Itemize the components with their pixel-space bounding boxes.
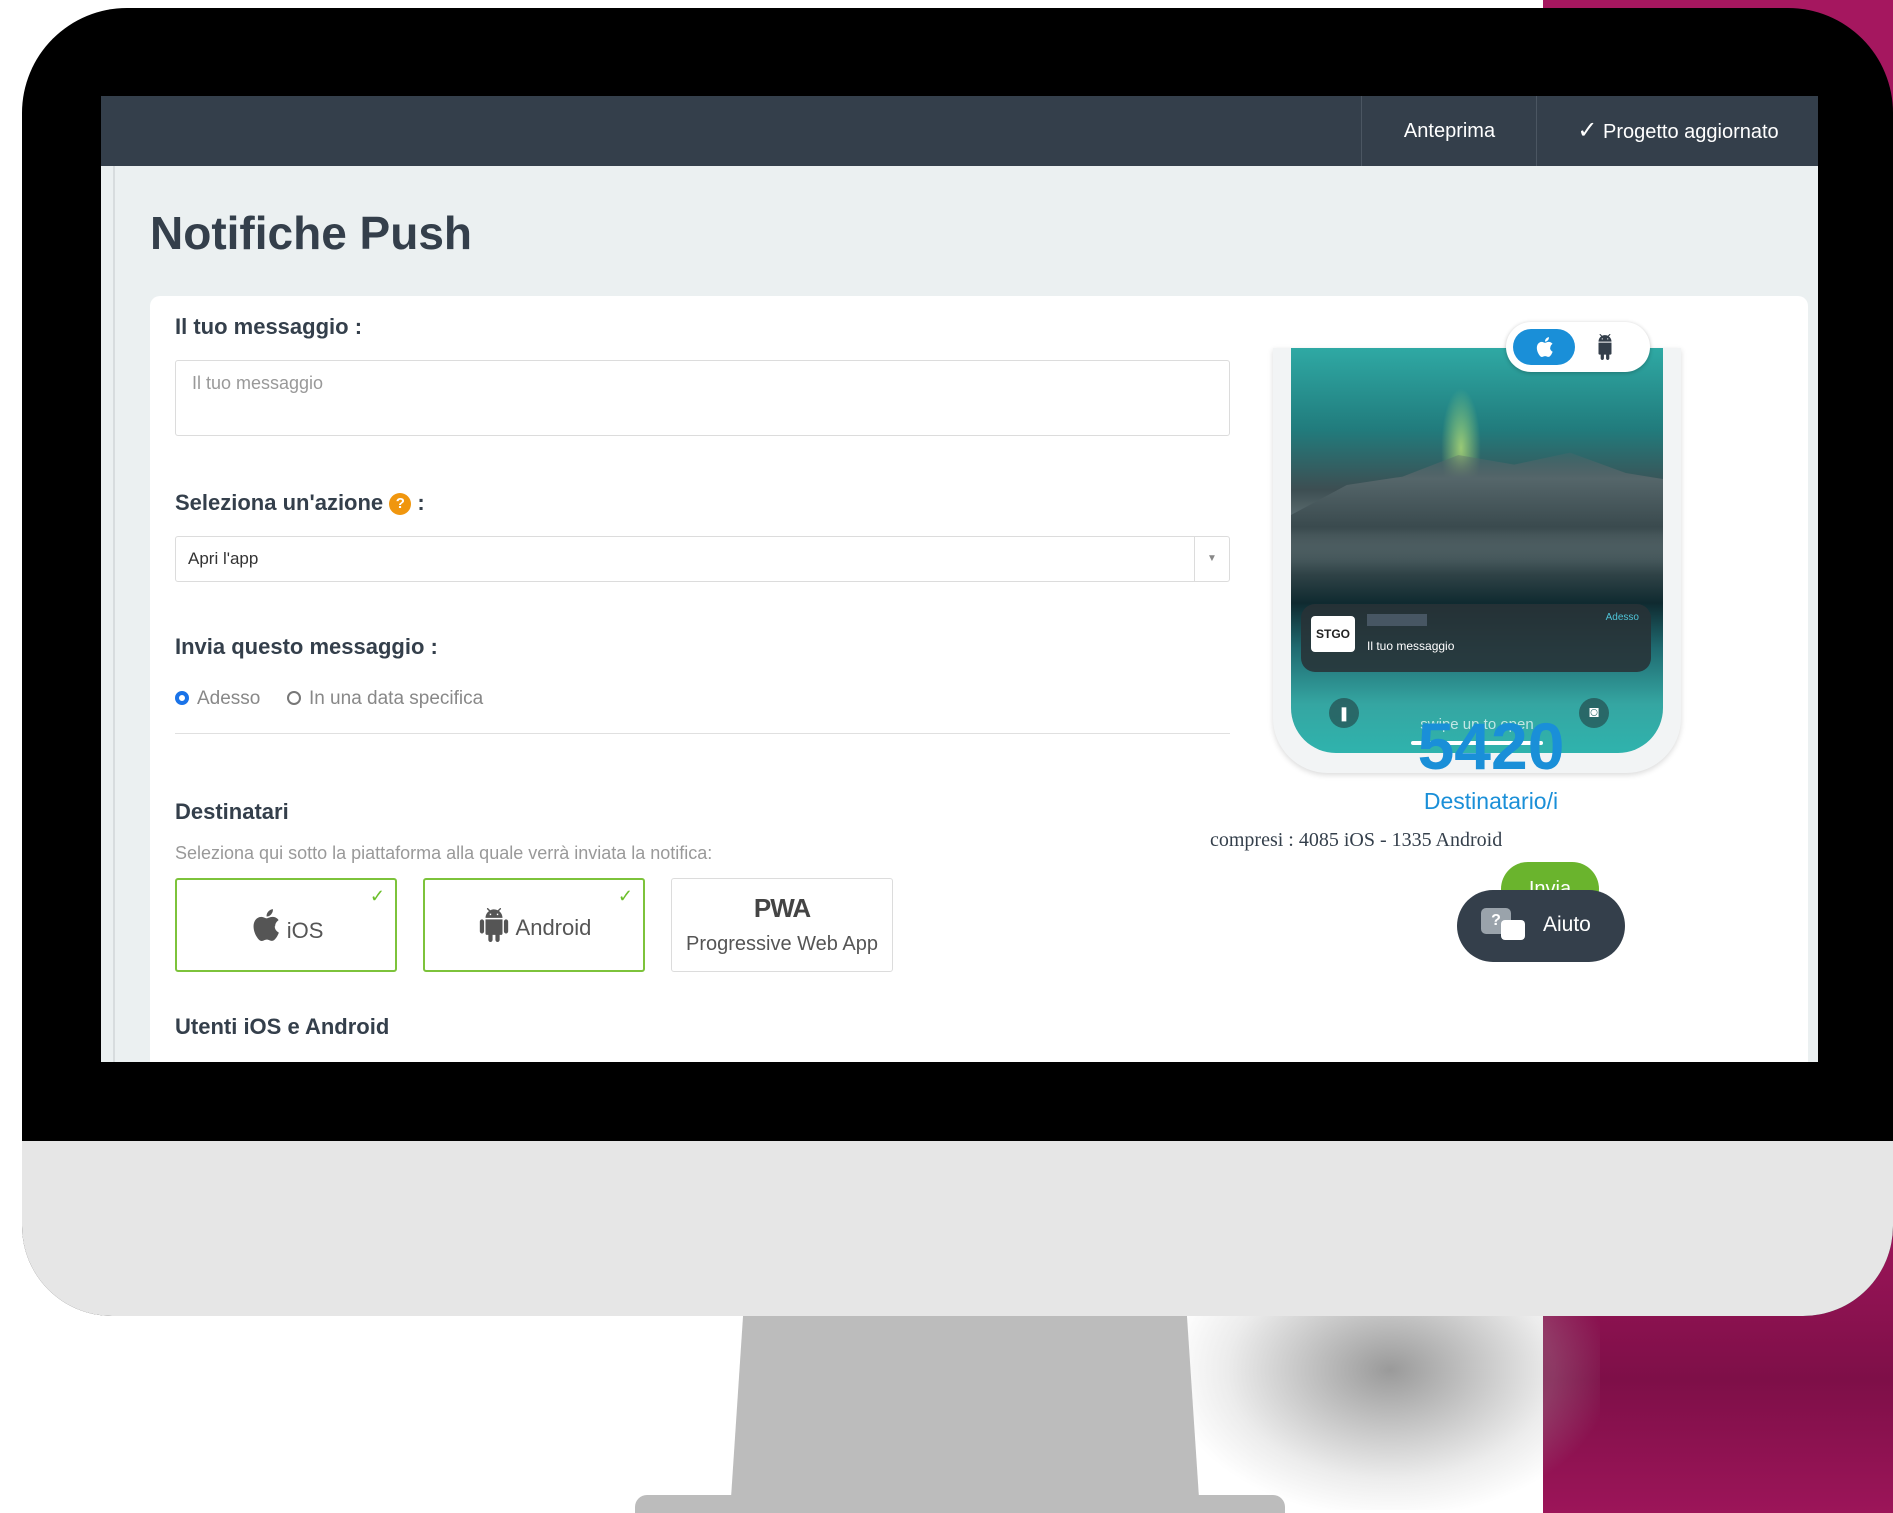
preview-ios-option[interactable]	[1513, 329, 1575, 365]
sidebar-edge	[113, 166, 115, 1062]
app-name-redacted	[1367, 614, 1427, 626]
apple-icon	[1536, 337, 1553, 358]
platform-android-tile[interactable]: ✓ Android	[423, 878, 645, 972]
recipient-count-label: Destinatario/i	[1423, 788, 1559, 814]
notification-banner: STGO Adesso Il tuo messaggio	[1301, 604, 1651, 672]
monitor-frame: Anteprima ✓ Progetto aggiornato Notifich…	[22, 8, 1893, 1316]
message-placeholder: Il tuo messaggio	[192, 373, 324, 393]
page-title: Notifiche Push	[150, 207, 473, 259]
platform-ios-content: iOS	[177, 906, 395, 944]
help-question-icon[interactable]: ?	[389, 493, 412, 515]
project-status-button[interactable]: ✓ Progetto aggiornato	[1536, 96, 1818, 166]
radio-now[interactable]	[175, 691, 189, 705]
preview-button[interactable]: Anteprima	[1361, 96, 1537, 166]
form-divider	[175, 733, 1230, 734]
android-icon	[1598, 334, 1612, 360]
project-status-label: Progetto aggiornato	[1602, 121, 1779, 143]
recipients-title: Destinatari	[175, 799, 289, 824]
check-icon: ✓	[369, 886, 385, 906]
preview-android-option[interactable]	[1592, 334, 1618, 365]
app-logo: STGO	[1311, 616, 1355, 652]
action-label: Seleziona un'azione ? :	[175, 490, 425, 516]
platform-pwa-label: Progressive Web App	[686, 933, 878, 955]
check-icon: ✓	[617, 886, 633, 906]
monitor-stand-neck	[730, 1300, 1200, 1513]
chat-bubble-icon	[1501, 920, 1525, 940]
monitor-chin	[22, 1141, 1893, 1316]
action-select[interactable]: Apri l'app ▼	[175, 536, 1230, 582]
help-button[interactable]: ? Aiuto	[1457, 890, 1625, 962]
check-icon: ✓	[1577, 117, 1598, 144]
platform-ios-tile[interactable]: ✓ iOS	[175, 878, 397, 972]
users-title: Utenti iOS e Android	[175, 1014, 390, 1039]
platform-android-label: Android	[515, 915, 592, 940]
recipient-count: 5420	[1417, 709, 1565, 783]
radio-now-label[interactable]: Adesso	[197, 688, 260, 709]
platform-android-content: Android	[425, 908, 643, 942]
phone-lockscreen: STGO Adesso Il tuo messaggio ❚ ◙ swipe u…	[1291, 348, 1663, 753]
mountain-shape	[1291, 452, 1663, 563]
chevron-down-icon[interactable]: ▼	[1194, 537, 1229, 581]
radio-specific-date[interactable]	[286, 691, 301, 705]
message-textarea[interactable]: Il tuo messaggio	[175, 360, 1230, 436]
platform-preview-toggle[interactable]	[1506, 322, 1650, 372]
monitor-stand-shadow	[1180, 1310, 1600, 1510]
top-bar: Anteprima ✓ Progetto aggiornato	[101, 96, 1818, 166]
help-label: Aiuto	[1543, 913, 1591, 936]
monitor-stand-base	[635, 1495, 1285, 1513]
radio-specific-date-label[interactable]: In una data specifica	[309, 688, 483, 709]
platform-pwa-tile[interactable]: PWA Progressive Web App	[671, 878, 893, 972]
notification-message: Il tuo messaggio	[1367, 639, 1455, 653]
action-select-value: Apri l'app	[188, 549, 259, 568]
action-label-colon: :	[417, 490, 425, 515]
recipients-description: Seleziona qui sotto la piattaforma alla …	[175, 843, 713, 863]
pwa-logo: PWA	[753, 893, 811, 923]
action-label-text: Seleziona un'azione	[175, 490, 384, 515]
message-label: Il tuo messaggio :	[175, 314, 363, 339]
recipient-breakdown: compresi : 4085 iOS - 1335 Android	[1210, 829, 1503, 851]
platform-ios-label: iOS	[286, 918, 324, 943]
notification-time: Adesso	[1605, 612, 1639, 623]
android-icon	[479, 908, 508, 942]
send-when-radios: Adesso In una data specifica	[175, 686, 483, 712]
send-when-label: Invia questo messaggio :	[175, 634, 438, 659]
apple-icon	[253, 909, 279, 942]
